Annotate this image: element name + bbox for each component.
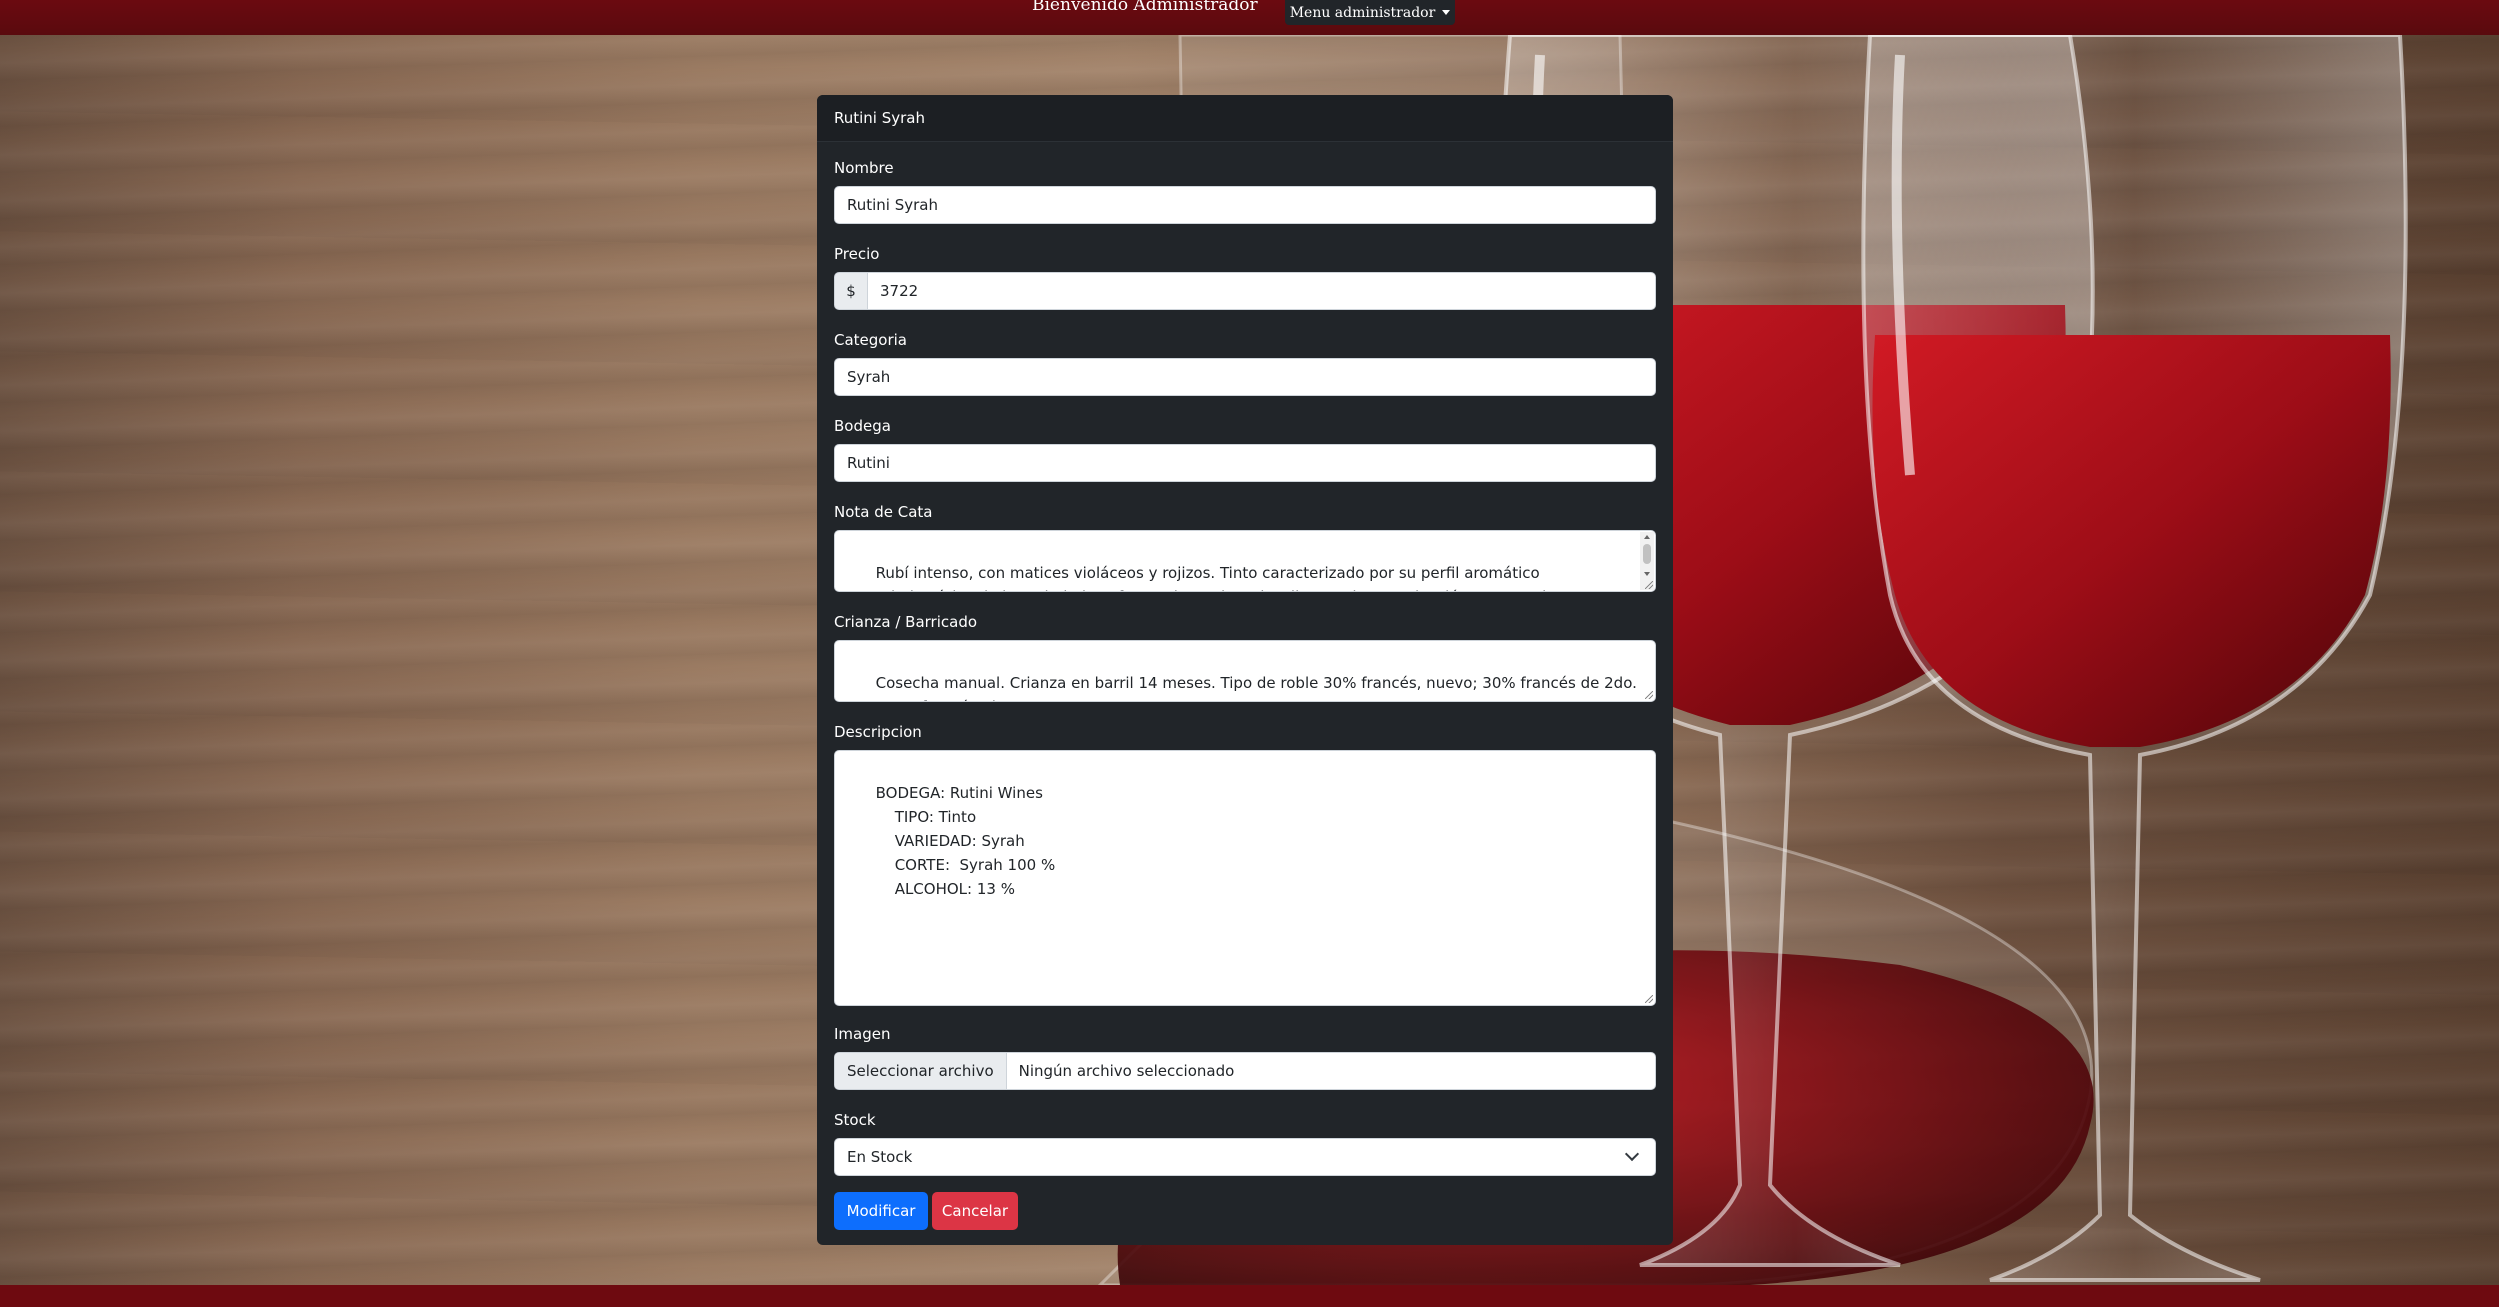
- resize-handle-icon[interactable]: [1645, 691, 1653, 699]
- stock-selected-value: En Stock: [847, 1148, 913, 1166]
- resize-handle-icon[interactable]: [1645, 995, 1653, 1003]
- select-file-button[interactable]: Seleccionar archivo: [835, 1053, 1007, 1089]
- welcome-text: Bienvenido Administrador: [1032, 0, 1258, 15]
- precio-input-group: $ 3722: [834, 272, 1656, 310]
- cancel-button[interactable]: Cancelar: [932, 1192, 1018, 1230]
- nombre-input[interactable]: Rutini Syrah: [834, 186, 1656, 224]
- admin-menu-dropdown[interactable]: Menu administrador: [1285, 0, 1455, 25]
- footer-bar: [0, 1285, 2499, 1307]
- scroll-down-icon[interactable]: [1644, 572, 1650, 576]
- crianza-text: Cosecha manual. Crianza en barril 14 mes…: [847, 674, 1637, 701]
- descripcion-label: Descripcion: [834, 723, 922, 741]
- caret-down-icon: [1442, 10, 1451, 15]
- categoria-input[interactable]: Syrah: [834, 358, 1656, 396]
- imagen-label: Imagen: [834, 1025, 891, 1043]
- categoria-label: Categoria: [834, 331, 908, 349]
- modify-button[interactable]: Modificar: [834, 1192, 928, 1230]
- bodega-input[interactable]: Rutini: [834, 444, 1656, 482]
- top-navbar: Bienvenido Administrador Menu administra…: [0, 0, 2499, 35]
- nombre-label: Nombre: [834, 159, 894, 177]
- edit-wine-card: Rutini Syrah Nombre Rutini Syrah Precio …: [817, 95, 1673, 1245]
- currency-addon: $: [834, 272, 868, 310]
- file-status-text: Ningún archivo seleccionado: [1018, 1062, 1235, 1080]
- crianza-textarea[interactable]: Cosecha manual. Crianza en barril 14 mes…: [834, 640, 1656, 702]
- crianza-label: Crianza / Barricado: [834, 613, 978, 631]
- scroll-thumb[interactable]: [1643, 544, 1651, 564]
- nota-cata-textarea[interactable]: Rubí intenso, con matices violáceos y ro…: [834, 530, 1656, 592]
- precio-input[interactable]: 3722: [868, 272, 1656, 310]
- chevron-down-icon: [1624, 1146, 1640, 1162]
- card-title: Rutini Syrah: [817, 95, 1673, 142]
- nota-cata-text: Rubí intenso, con matices violáceos y ro…: [847, 564, 1565, 591]
- stock-label: Stock: [834, 1111, 876, 1129]
- stock-select[interactable]: En Stock: [834, 1138, 1656, 1176]
- precio-label: Precio: [834, 245, 880, 263]
- scroll-up-icon[interactable]: [1644, 535, 1650, 539]
- bodega-label: Bodega: [834, 417, 891, 435]
- descripcion-text: BODEGA: Rutini Wines TIPO: Tinto VARIEDA…: [875, 784, 1056, 898]
- descripcion-textarea[interactable]: BODEGA: Rutini Wines TIPO: Tinto VARIEDA…: [834, 750, 1656, 1006]
- imagen-file-input[interactable]: Seleccionar archivo Ningún archivo selec…: [834, 1052, 1656, 1090]
- nota-cata-label: Nota de Cata: [834, 503, 933, 521]
- resize-handle-icon[interactable]: [1645, 581, 1653, 589]
- admin-menu-label: Menu administrador: [1289, 4, 1436, 21]
